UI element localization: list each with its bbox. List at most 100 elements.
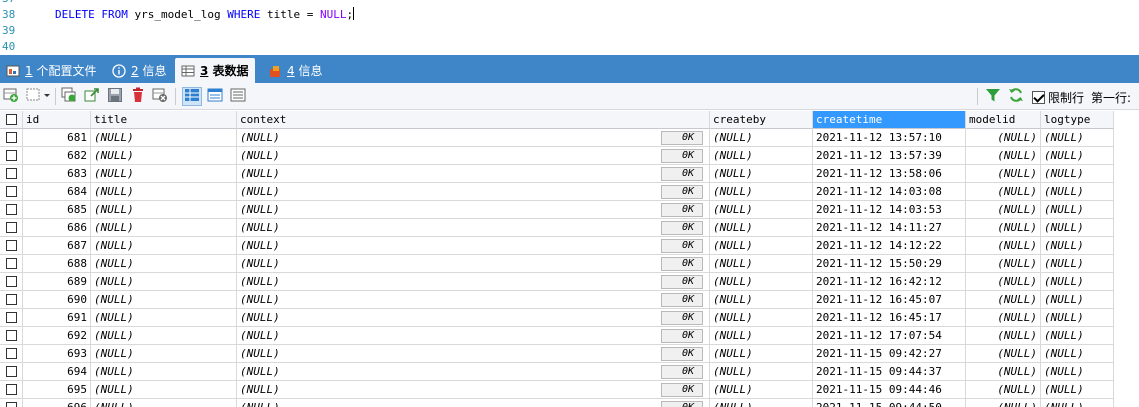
delete-row-button[interactable] — [128, 87, 148, 106]
tab-profiles[interactable]: 1 个配置文件 — [0, 58, 102, 83]
table-row[interactable]: 688 (NULL) (NULL) 0K (NULL) 2021-11-12 15:50:… — [0, 255, 1114, 273]
cell-logtype[interactable]: (NULL) — [1041, 327, 1114, 345]
cell-title[interactable]: (NULL) — [91, 309, 237, 327]
blob-size-button[interactable]: 0K — [661, 275, 703, 289]
table-row[interactable]: 681 (NULL) (NULL) 0K (NULL) 2021-11-12 13:57:… — [0, 129, 1114, 147]
blob-size-button[interactable]: 0K — [661, 347, 703, 361]
cell-logtype[interactable]: (NULL) — [1041, 147, 1114, 165]
cell-modelid[interactable]: (NULL) — [966, 147, 1041, 165]
row-checkbox[interactable] — [5, 258, 17, 269]
blob-size-button[interactable]: 0K — [661, 329, 703, 343]
refresh-button[interactable] — [1006, 87, 1026, 106]
cell-logtype[interactable]: (NULL) — [1041, 381, 1114, 399]
save-button[interactable] — [105, 87, 125, 106]
blob-size-button[interactable]: 0K — [661, 203, 703, 217]
row-checkbox[interactable] — [5, 312, 17, 323]
cell-title[interactable]: (NULL) — [91, 255, 237, 273]
cell-logtype[interactable]: (NULL) — [1041, 255, 1114, 273]
result-grid[interactable]: id title context createby createtime modelid l… — [0, 111, 1139, 407]
cell-context[interactable]: (NULL) 0K — [237, 165, 710, 183]
cell-createtime[interactable]: 2021-11-12 14:12:22 — [813, 237, 966, 255]
row-checkbox[interactable] — [5, 186, 17, 197]
cell-createby[interactable]: (NULL) — [710, 327, 813, 345]
cell-logtype[interactable]: (NULL) — [1041, 309, 1114, 327]
cell-modelid[interactable]: (NULL) — [966, 363, 1041, 381]
table-row[interactable]: 693 (NULL) (NULL) 0K (NULL) 2021-11-15 09:42:… — [0, 345, 1114, 363]
cell-id[interactable]: 692 — [23, 327, 91, 345]
grid-view-button[interactable] — [182, 87, 202, 106]
row-checkbox[interactable] — [5, 150, 17, 161]
cell-modelid[interactable]: (NULL) — [966, 183, 1041, 201]
cell-title[interactable]: (NULL) — [91, 219, 237, 237]
cell-title[interactable]: (NULL) — [91, 147, 237, 165]
filter-button[interactable] — [983, 87, 1003, 106]
cell-createtime[interactable]: 2021-11-12 14:11:27 — [813, 219, 966, 237]
cell-id[interactable]: 687 — [23, 237, 91, 255]
table-row[interactable]: 689 (NULL) (NULL) 0K (NULL) 2021-11-12 16:42:… — [0, 273, 1114, 291]
cell-createby[interactable]: (NULL) — [710, 309, 813, 327]
cell-title[interactable]: (NULL) — [91, 399, 237, 407]
cell-title[interactable]: (NULL) — [91, 345, 237, 363]
row-select-cell[interactable] — [0, 219, 23, 237]
cell-createby[interactable]: (NULL) — [710, 345, 813, 363]
row-checkbox[interactable] — [5, 240, 17, 251]
cell-logtype[interactable]: (NULL) — [1041, 219, 1114, 237]
tab-table-data[interactable]: 3 表数据 — [175, 58, 255, 83]
select-all-cell[interactable] — [0, 111, 23, 129]
column-header-id[interactable]: id — [23, 111, 91, 129]
cell-context[interactable]: (NULL) 0K — [237, 273, 710, 291]
cell-title[interactable]: (NULL) — [91, 291, 237, 309]
cell-createtime[interactable]: 2021-11-12 16:42:12 — [813, 273, 966, 291]
cell-logtype[interactable]: (NULL) — [1041, 399, 1114, 407]
row-select-cell[interactable] — [0, 165, 23, 183]
column-header-context[interactable]: context — [237, 111, 710, 129]
row-select-cell[interactable] — [0, 309, 23, 327]
cell-createtime[interactable]: 2021-11-12 13:57:10 — [813, 129, 966, 147]
code-line[interactable]: 37 — [0, 0, 1139, 7]
row-checkbox[interactable] — [5, 366, 17, 377]
cell-context[interactable]: (NULL) 0K — [237, 183, 710, 201]
table-row[interactable]: 694 (NULL) (NULL) 0K (NULL) 2021-11-15 09:44:… — [0, 363, 1114, 381]
code-line[interactable]: 39 — [0, 23, 1139, 39]
cell-createtime[interactable]: 2021-11-15 09:44:37 — [813, 363, 966, 381]
column-header-modelid[interactable]: modelid — [966, 111, 1041, 129]
cell-createtime[interactable]: 2021-11-15 09:42:27 — [813, 345, 966, 363]
cell-createby[interactable]: (NULL) — [710, 201, 813, 219]
cell-createby[interactable]: (NULL) — [710, 165, 813, 183]
table-row[interactable]: 696 (NULL) (NULL) 0K (NULL) 2021-11-15 09:44:… — [0, 399, 1114, 407]
row-checkbox[interactable] — [5, 132, 17, 143]
blob-size-button[interactable]: 0K — [661, 131, 703, 145]
row-select-cell[interactable] — [0, 147, 23, 165]
text-view-button[interactable] — [228, 87, 248, 106]
table-row[interactable]: 695 (NULL) (NULL) 0K (NULL) 2021-11-15 09:44:… — [0, 381, 1114, 399]
cell-createtime[interactable]: 2021-11-12 16:45:17 — [813, 309, 966, 327]
cell-createtime[interactable]: 2021-11-15 09:44:46 — [813, 381, 966, 399]
row-checkbox[interactable] — [5, 402, 17, 407]
cell-createby[interactable]: (NULL) — [710, 237, 813, 255]
cell-context[interactable]: (NULL) 0K — [237, 399, 710, 407]
cell-createtime[interactable]: 2021-11-12 16:45:07 — [813, 291, 966, 309]
cell-context[interactable]: (NULL) 0K — [237, 345, 710, 363]
cell-createtime[interactable]: 2021-11-12 17:07:54 — [813, 327, 966, 345]
cell-createby[interactable]: (NULL) — [710, 291, 813, 309]
cell-id[interactable]: 689 — [23, 273, 91, 291]
limit-rows-checkbox[interactable] — [1032, 91, 1045, 104]
cell-context[interactable]: (NULL) 0K — [237, 219, 710, 237]
cell-modelid[interactable]: (NULL) — [966, 201, 1041, 219]
cell-createby[interactable]: (NULL) — [710, 147, 813, 165]
table-row[interactable]: 684 (NULL) (NULL) 0K (NULL) 2021-11-12 14:03:… — [0, 183, 1114, 201]
cell-createtime[interactable]: 2021-11-12 14:03:08 — [813, 183, 966, 201]
cell-title[interactable]: (NULL) — [91, 327, 237, 345]
cell-id[interactable]: 685 — [23, 201, 91, 219]
cell-createby[interactable]: (NULL) — [710, 381, 813, 399]
cell-modelid[interactable]: (NULL) — [966, 273, 1041, 291]
row-select-cell[interactable] — [0, 201, 23, 219]
cell-modelid[interactable]: (NULL) — [966, 381, 1041, 399]
cell-logtype[interactable]: (NULL) — [1041, 129, 1114, 147]
cell-id[interactable]: 694 — [23, 363, 91, 381]
cell-logtype[interactable]: (NULL) — [1041, 291, 1114, 309]
cell-modelid[interactable]: (NULL) — [966, 291, 1041, 309]
cell-logtype[interactable]: (NULL) — [1041, 273, 1114, 291]
row-checkbox[interactable] — [5, 276, 17, 287]
limit-rows-toggle[interactable]: 限制行 — [1032, 89, 1084, 106]
